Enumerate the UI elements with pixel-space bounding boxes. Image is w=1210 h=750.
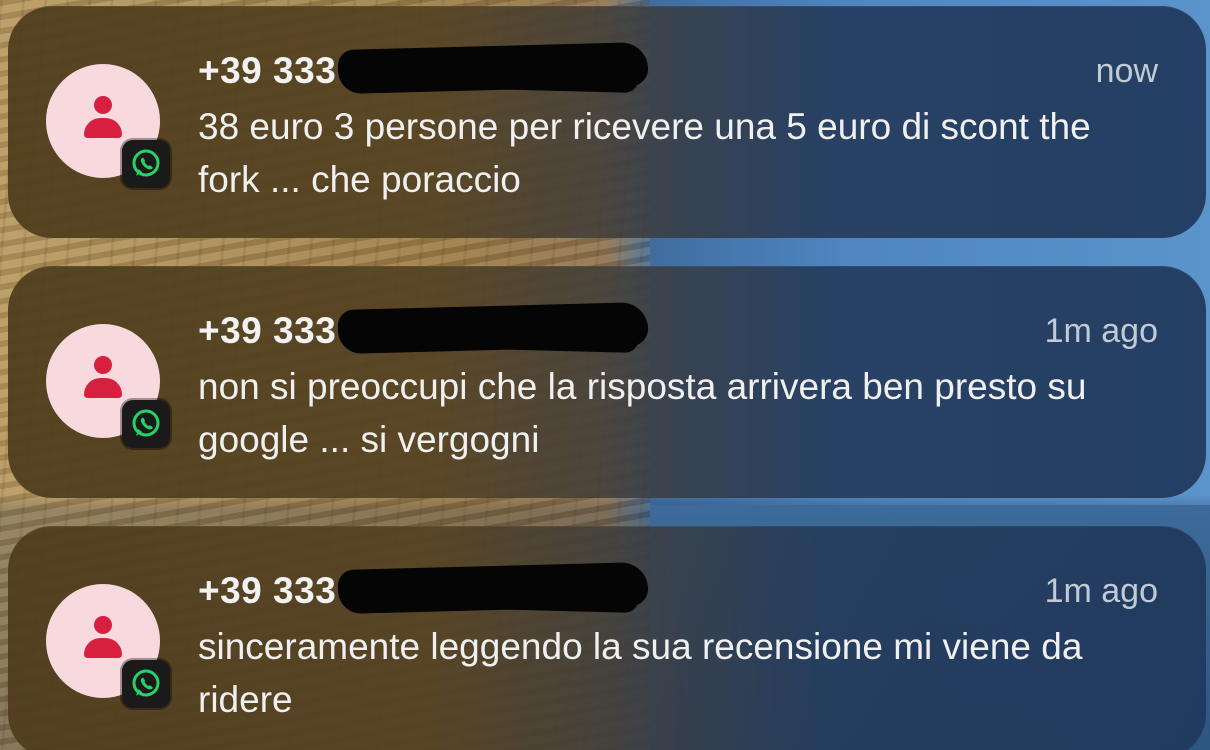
notification-message: non si preoccupi che la risposta arriver… [198,366,1087,460]
whatsapp-icon [122,400,170,448]
person-icon [83,96,123,142]
notification-time: 1m ago [1044,572,1158,610]
notification-card[interactable]: +39 333 1m ago non si preoccupi che la r… [8,266,1206,498]
notification-card[interactable]: +39 333 1m ago sinceramente leggendo la … [8,526,1206,750]
notification-time: now [1095,52,1158,90]
redaction-mark [337,301,649,355]
notification-card[interactable]: +39 333 now 38 euro 3 persone per riceve… [8,6,1206,238]
whatsapp-icon [122,140,170,188]
person-icon [83,356,123,402]
notification-time: 1m ago [1044,312,1158,350]
sender-name: +39 333 [198,570,337,611]
sender-name: +39 333 [198,310,337,351]
redaction-mark [337,41,649,95]
person-icon [83,616,123,662]
sender-name: +39 333 [198,50,337,91]
notification-message: 38 euro 3 persone per ricevere una 5 eur… [198,106,1091,200]
whatsapp-icon [122,660,170,708]
redaction-mark [337,561,649,615]
notification-message: sinceramente leggendo la sua recensione … [198,626,1083,720]
